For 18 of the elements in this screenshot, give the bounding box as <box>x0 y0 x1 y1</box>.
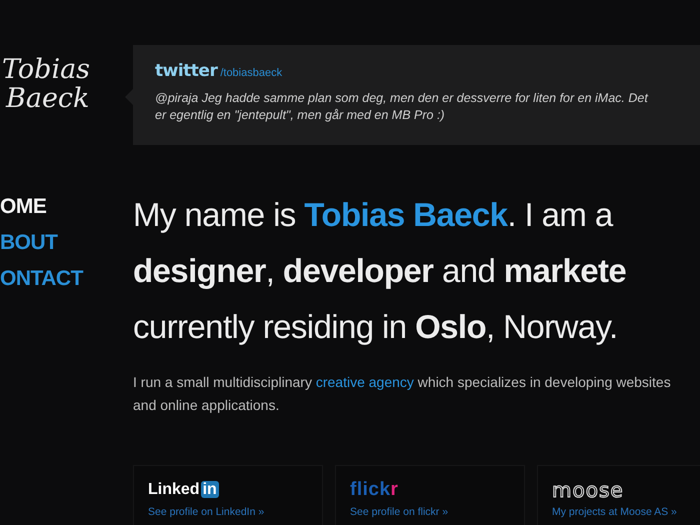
tweet-text: @piraja Jeg hadde samme plan som deg, men den er dessverre for liten for en iMac. Det er egentlig en "jentepult", men går med en MB Pro :) <box>155 90 650 124</box>
linkedin-logo: Linked in <box>148 481 219 499</box>
profile-link[interactable]: See profile on flickr » <box>350 506 448 518</box>
headline-line: designer, developer and markete <box>133 251 626 291</box>
twitter-handle-link[interactable]: /tobiasbaeck <box>220 67 282 79</box>
agency-link[interactable]: creative agency <box>316 374 414 390</box>
nav-link[interactable]: BOUT <box>0 227 58 259</box>
headline-line: My name is Tobias Baeck. I am a <box>133 195 613 235</box>
nav-link[interactable]: OME <box>0 191 46 223</box>
flickr-logo: flickr <box>350 479 398 501</box>
moose-logo: moose <box>552 478 624 502</box>
profile-link[interactable]: My projects at Moose AS » <box>552 506 677 518</box>
nav-link[interactable]: ONTACT <box>0 263 83 295</box>
logo[interactable]: Tobias Baeck <box>2 55 90 113</box>
intro-paragraph: I run a small multidisciplinary creative agency which specializes in developing websites and online applications. <box>133 373 672 415</box>
profile-link[interactable]: See profile on LinkedIn » <box>148 506 264 518</box>
twitter-logo: twitter <box>155 61 218 81</box>
headline-line: currently residing in Oslo, Norway. <box>133 307 618 347</box>
